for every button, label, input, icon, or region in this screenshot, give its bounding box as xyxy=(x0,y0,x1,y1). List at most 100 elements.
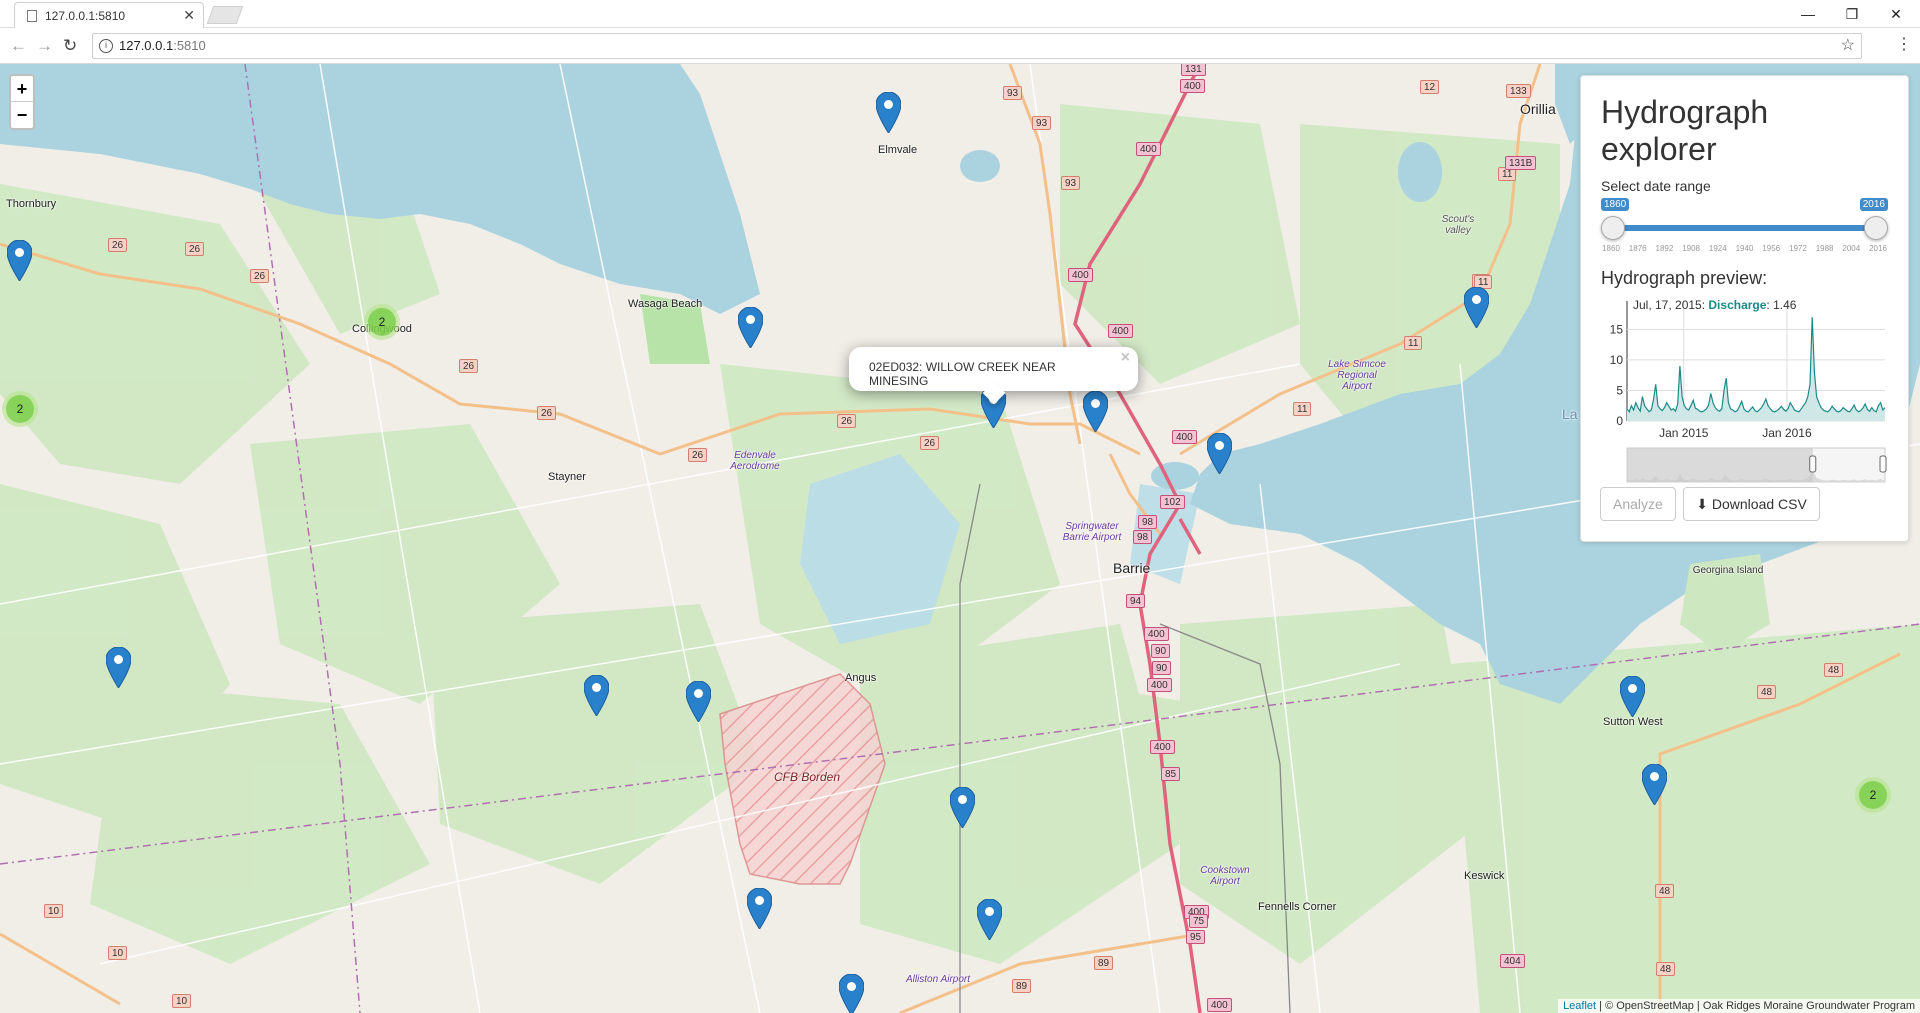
slider-tick-label: 1988 xyxy=(1815,244,1834,253)
browser-tab[interactable]: 127.0.0.1:5810 ✕ xyxy=(14,2,204,28)
station-marker-icon[interactable] xyxy=(1642,764,1667,805)
info-icon[interactable]: i xyxy=(99,39,113,53)
minimize-icon[interactable]: — xyxy=(1788,3,1828,25)
place-label: Sutton West xyxy=(1603,716,1663,728)
station-marker-icon[interactable] xyxy=(876,92,901,133)
leaflet-link[interactable]: Leaflet xyxy=(1563,1000,1596,1012)
range-handle-right xyxy=(1879,455,1887,473)
download-icon: ⬇ xyxy=(1696,496,1712,512)
chart-tooltip: Jul, 17, 2015: Discharge: 1.46 xyxy=(1633,298,1797,312)
marker-cluster[interactable]: 2 xyxy=(364,304,400,340)
road-shield: 98 xyxy=(1138,515,1158,529)
road-shield: 400 xyxy=(1068,268,1093,282)
airport-label: Springwater Barrie Airport xyxy=(1062,521,1122,543)
place-label: Elmvale xyxy=(878,144,918,156)
zoom-in-button[interactable]: + xyxy=(11,76,33,102)
road-shield: 400 xyxy=(1136,142,1161,156)
road-shield: 400 xyxy=(1147,678,1172,692)
station-marker-icon[interactable] xyxy=(839,974,864,1013)
road-shield: 404 xyxy=(1500,954,1525,968)
station-marker-icon[interactable] xyxy=(950,787,975,828)
tab-title: 127.0.0.1:5810 xyxy=(45,8,126,23)
close-window-icon[interactable]: ✕ xyxy=(1876,3,1916,25)
hydrograph-chart[interactable]: 0 5 10 15 Jan 2015 Jan 2016 Jul, 17, 2015: Dis… xyxy=(1601,291,1891,501)
road-shield: 400 xyxy=(1172,430,1197,444)
road-shield: 48 xyxy=(1824,663,1844,677)
panel-title: Hydrograph explorer xyxy=(1601,94,1769,167)
marker-cluster[interactable]: 2 xyxy=(2,391,38,427)
road-shield: 48 xyxy=(1757,685,1777,699)
road-shield: 98 xyxy=(1133,530,1153,544)
road-shield: 48 xyxy=(1656,962,1676,976)
back-icon[interactable]: ← xyxy=(10,36,27,56)
slider-tick-label: 1892 xyxy=(1655,244,1674,253)
road-shield: 10 xyxy=(108,946,128,960)
road-shield: 133 xyxy=(1506,84,1531,98)
popup-close-button[interactable]: × xyxy=(1121,349,1130,367)
road-shield: 26 xyxy=(537,406,557,420)
url-field[interactable]: i 127.0.0.1:5810 ☆ xyxy=(92,33,1862,59)
zoom-out-button[interactable]: − xyxy=(11,102,33,128)
road-shield: 93 xyxy=(1032,116,1052,130)
station-marker-icon[interactable] xyxy=(1464,287,1489,328)
tooltip-value: : 1.46 xyxy=(1766,298,1796,312)
road-shield: 26 xyxy=(920,436,940,450)
range-from-badge: 1860 xyxy=(1601,198,1630,211)
slider-tick-label: 1860 xyxy=(1602,244,1620,253)
place-label: Scout's valley xyxy=(1441,214,1475,236)
new-tab-button[interactable] xyxy=(206,6,244,24)
station-marker-icon[interactable] xyxy=(1083,391,1108,432)
place-label: Fennells Corner xyxy=(1258,901,1337,913)
road-shield: 131B xyxy=(1505,156,1537,170)
restore-icon[interactable]: ❐ xyxy=(1832,3,1872,25)
page-icon xyxy=(27,9,37,22)
slider-handle-from[interactable] xyxy=(1601,216,1625,240)
map-attribution: Leaflet | © OpenStreetMap | Oak Ridges M… xyxy=(1558,999,1920,1013)
download-csv-label: Download CSV xyxy=(1711,496,1807,512)
slider-tick-label: 1972 xyxy=(1788,244,1807,253)
road-shield: 10 xyxy=(44,904,64,918)
station-marker-icon[interactable] xyxy=(977,899,1002,940)
bookmark-star-icon[interactable]: ☆ xyxy=(1841,34,1855,58)
slider-tick-label: 2004 xyxy=(1842,244,1861,253)
analyze-button[interactable]: Analyze xyxy=(1600,487,1676,521)
slider-tick-label: 1876 xyxy=(1628,244,1647,253)
attribution-text: | © OpenStreetMap | Oak Ridges Moraine G… xyxy=(1596,1000,1915,1012)
range-to-badge: 2016 xyxy=(1859,198,1888,211)
airport-label: Edenvale Aerodrome xyxy=(730,450,780,472)
y-tick-label: 0 xyxy=(1616,414,1623,428)
place-label: Stayner xyxy=(548,471,586,483)
station-marker-icon[interactable] xyxy=(106,647,131,688)
url-host: 127.0.0.1 xyxy=(119,38,174,53)
station-marker-icon[interactable] xyxy=(7,240,32,281)
station-marker-icon[interactable] xyxy=(747,888,772,929)
airport-label: Cookstown Airport xyxy=(1200,865,1250,887)
station-marker-icon[interactable] xyxy=(1620,676,1645,717)
road-shield: 102 xyxy=(1160,495,1185,509)
browser-tab-bar: 127.0.0.1:5810 ✕ — ❐ ✕ xyxy=(0,0,1920,28)
range-mask xyxy=(1627,448,1813,482)
close-tab-icon[interactable]: ✕ xyxy=(183,7,195,24)
marker-cluster[interactable]: 2 xyxy=(1855,777,1891,813)
cluster-count: 2 xyxy=(368,308,396,336)
road-shield: 90 xyxy=(1152,661,1172,675)
place-label: Orillia xyxy=(1520,101,1556,117)
station-marker-icon[interactable] xyxy=(1207,433,1232,474)
place-label: Thornbury xyxy=(6,198,57,210)
tooltip-series: Discharge xyxy=(1708,298,1766,312)
zoom-control: + − xyxy=(9,74,35,130)
hydrograph-svg: 0 5 10 15 Jan 2015 Jan 2016 Jul, 17, 2015: Dis… xyxy=(1610,298,1887,483)
road-shield: 400 xyxy=(1207,998,1232,1012)
date-range-slider[interactable]: 1860 2016 1860 1876 1892 1908 1924 1940 1956 19… xyxy=(1601,198,1888,258)
station-marker-icon[interactable] xyxy=(686,681,711,722)
road-shield: 12 xyxy=(1420,80,1440,94)
road-shield: 400 xyxy=(1144,627,1169,641)
download-csv-button[interactable]: ⬇ Download CSV xyxy=(1683,487,1820,521)
menu-icon[interactable]: ⋮ xyxy=(1896,34,1912,54)
slider-handle-to[interactable] xyxy=(1864,216,1888,240)
slider-track[interactable] xyxy=(1611,225,1878,231)
forward-icon[interactable]: → xyxy=(36,36,53,56)
station-marker-icon[interactable] xyxy=(738,307,763,348)
reload-icon[interactable]: ↻ xyxy=(63,36,77,56)
station-marker-icon[interactable] xyxy=(584,675,609,716)
